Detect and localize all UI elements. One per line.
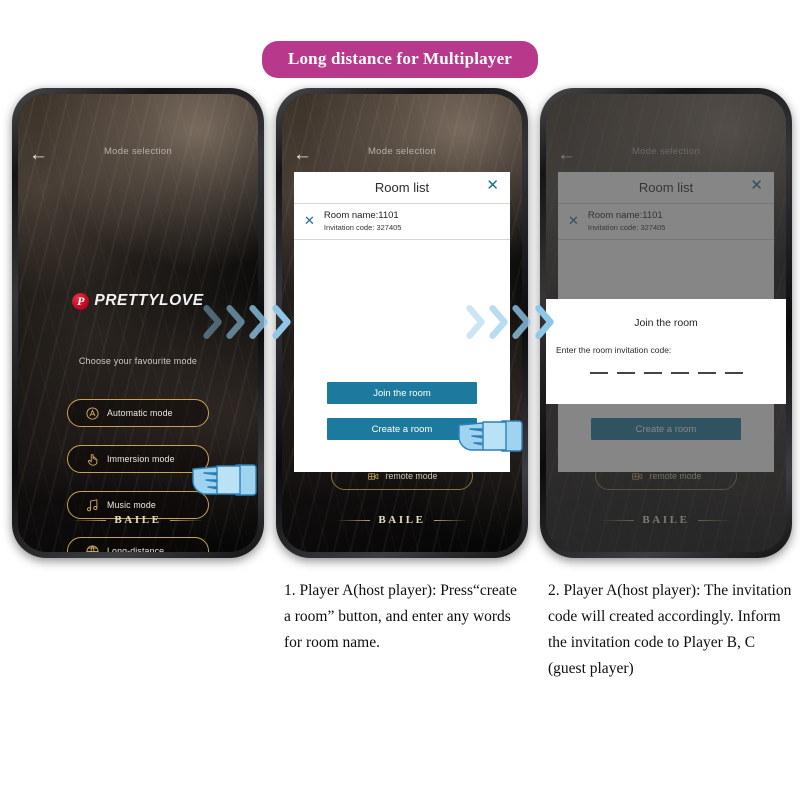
chevron-right-icon [465, 305, 487, 339]
code-digit-slot[interactable] [724, 372, 743, 374]
room-list-header: Room list ✕ [294, 172, 510, 204]
phone1-brand-footer: BAILE [18, 514, 258, 526]
mode-label-immersion: Immersion mode [107, 454, 175, 464]
title-banner-container: Long distance for Multiplayer [0, 41, 800, 78]
mode-label-long-distance: Long-distance [107, 546, 165, 552]
code-digit-slot[interactable] [616, 372, 635, 374]
brand-name: BAILE [378, 514, 426, 526]
remove-room-icon[interactable]: ✕ [304, 214, 315, 227]
chevron-right-icon [534, 305, 556, 339]
brand-line-left [336, 519, 371, 521]
title-banner: Long distance for Multiplayer [261, 41, 539, 78]
chevron-right-icon [271, 305, 293, 339]
phone1-screen-title: Mode selection [103, 146, 173, 157]
join-room-panel: Join the room Enter the room invitation … [546, 299, 786, 404]
chevron-right-icon [248, 305, 270, 339]
chevron-right-icon [488, 305, 510, 339]
phone2-brand-footer: BAILE [282, 514, 522, 526]
prettylove-logo-text: PRETTYLOVE [94, 292, 204, 309]
chevron-right-icon [225, 305, 247, 339]
brand-name: BAILE [114, 514, 162, 526]
hand-touch-icon [85, 452, 100, 467]
phone3-screen: ← Mode selection remote mode Room list ✕… [546, 94, 786, 552]
transition-arrows-1 [202, 305, 293, 339]
room-list-title: Room list [374, 180, 430, 195]
mode-button-automatic[interactable]: Automatic mode [67, 399, 209, 427]
create-a-room-button[interactable]: Create a room [327, 418, 477, 440]
invitation-code-text: Invitation code: 327405 [323, 222, 402, 232]
chevron-right-icon [511, 305, 533, 339]
transition-arrows-2 [465, 305, 556, 339]
phone-mockup-3: ← Mode selection remote mode Room list ✕… [540, 88, 792, 558]
back-arrow-icon[interactable]: ← [293, 145, 312, 164]
back-arrow-icon[interactable]: ← [29, 145, 48, 164]
room-list-row[interactable]: ✕ Room name:1101 Invitation code: 327405 [294, 204, 510, 240]
mode-button-immersion[interactable]: Immersion mode [67, 445, 209, 473]
code-digit-slot[interactable] [670, 372, 689, 374]
caption-step-2: 2. Player A(host player): The invitation… [548, 582, 792, 677]
caption-step-1: 1. Player A(host player): Press“create a… [284, 582, 517, 651]
phone1-subtitle: Choose your favourite mode [78, 356, 198, 366]
room-name-text: Room name:1101 [323, 210, 399, 221]
brand-line-right [169, 519, 204, 521]
phone2-screen-title: Mode selection [367, 146, 437, 157]
mode-button-long-distance[interactable]: Long-distance [67, 537, 209, 552]
prettylove-badge-icon: P [72, 292, 90, 310]
phone1-topbar: ← Mode selection [18, 145, 258, 168]
code-digit-slot[interactable] [697, 372, 716, 374]
pointing-hand-cursor-2 [456, 408, 530, 458]
phone2-topbar: ← Mode selection [282, 145, 522, 168]
music-note-icon [85, 498, 100, 513]
room-row-texts: Room name:1101 Invitation code: 327405 [324, 210, 402, 232]
mode-label-automatic: Automatic mode [107, 408, 173, 418]
pointing-hand-cursor-1 [190, 452, 264, 502]
brand-line-left [72, 519, 107, 521]
automatic-mode-icon [85, 406, 100, 421]
join-room-title: Join the room [634, 317, 698, 329]
invitation-code-prompt: Enter the room invitation code: [556, 345, 672, 355]
invitation-code-input[interactable] [546, 372, 786, 374]
join-the-room-button[interactable]: Join the room [327, 382, 477, 404]
chevron-right-icon [202, 305, 224, 339]
code-digit-slot[interactable] [589, 372, 608, 374]
mode-label-music: Music mode [107, 500, 156, 510]
brand-line-right [433, 519, 468, 521]
globe-icon [85, 544, 100, 552]
code-digit-slot[interactable] [643, 372, 662, 374]
mode-label-remote: remote mode [385, 471, 438, 481]
close-icon[interactable]: ✕ [486, 178, 499, 193]
